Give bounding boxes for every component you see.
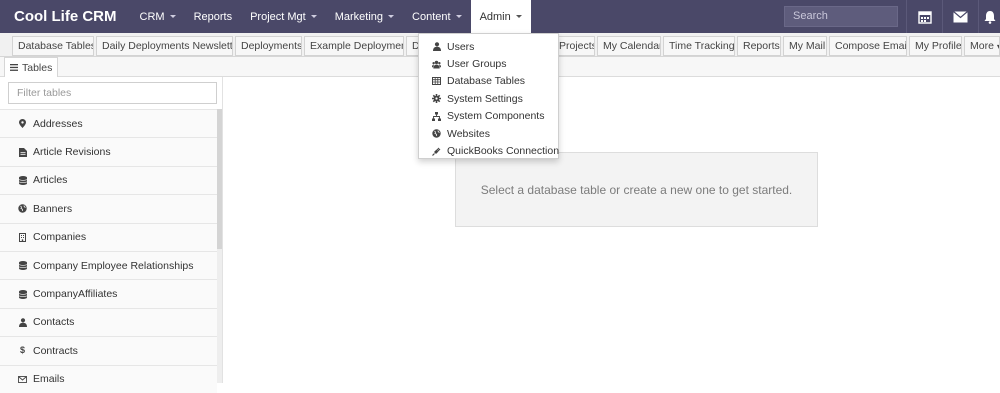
table-item-companyaffiliates[interactable]: CompanyAffiliates xyxy=(0,279,217,308)
table-item-label: Contracts xyxy=(33,344,78,357)
caret-down-icon xyxy=(169,15,176,18)
tables-section-label: Tables xyxy=(22,62,53,74)
tab-compose-email[interactable]: Compose Email xyxy=(829,36,907,56)
nav-crm-label: CRM xyxy=(139,10,165,23)
caret-down-icon xyxy=(310,15,317,18)
table-item-label: Company Employee Relationships xyxy=(33,259,194,272)
database-icon xyxy=(18,289,27,299)
tab-more-label: More xyxy=(970,40,994,52)
nav-reports-label: Reports xyxy=(193,10,233,23)
envelope-icon[interactable] xyxy=(942,0,978,33)
gear-icon xyxy=(432,94,441,104)
tables-sidebar: Filter tables Addresses Article Revision… xyxy=(0,77,223,393)
nav-content-label: Content xyxy=(412,10,451,23)
table-icon xyxy=(432,77,441,86)
table-item-emails[interactable]: Emails xyxy=(0,364,217,393)
table-item-addresses[interactable]: Addresses xyxy=(0,109,217,138)
table-item-companies[interactable]: Companies xyxy=(0,222,217,251)
tab-daily-deployments-newsletter[interactable]: Daily Deployments Newsletter xyxy=(96,36,233,56)
menu-item-label: User Groups xyxy=(447,58,507,71)
tab-my-mail[interactable]: My Mail xyxy=(783,36,827,56)
table-item-company-employee-relationships[interactable]: Company Employee Relationships xyxy=(0,250,217,280)
tab-time-tracking[interactable]: Time Tracking xyxy=(663,36,735,56)
table-item-contacts[interactable]: Contacts xyxy=(0,307,217,337)
menu-item-users[interactable]: Users xyxy=(419,38,558,55)
search-input[interactable]: Search xyxy=(784,6,898,27)
menu-item-label: Users xyxy=(447,40,475,53)
menu-item-database-tables[interactable]: Database Tables xyxy=(419,73,558,90)
users-icon xyxy=(432,60,441,69)
table-item-articles[interactable]: Articles xyxy=(0,165,217,195)
file-icon xyxy=(18,147,27,157)
calendar-icon[interactable] xyxy=(906,0,942,33)
table-item-label: Companies xyxy=(33,231,87,244)
plug-icon xyxy=(432,147,441,156)
tab-database-tables[interactable]: Database Tables xyxy=(12,36,94,56)
table-item-contracts[interactable]: $ Contracts xyxy=(0,336,217,365)
tab-deployments[interactable]: Deployments xyxy=(235,36,302,56)
tab-example-deployment[interactable]: Example Deployment xyxy=(304,36,404,56)
globe-icon xyxy=(432,129,441,138)
nav-admin-label: Admin xyxy=(479,10,511,23)
menu-item-label: Database Tables xyxy=(447,75,526,88)
caret-down-icon xyxy=(515,15,522,18)
user-icon xyxy=(18,318,27,327)
menu-item-quickbooks-connection[interactable]: QuickBooks Connection xyxy=(419,142,560,159)
database-icon xyxy=(18,175,27,185)
tab-my-profile[interactable]: My Profile xyxy=(909,36,962,56)
table-item-label: Articles xyxy=(33,174,68,187)
nav-marketing[interactable]: Marketing xyxy=(326,0,403,33)
sitemap-icon xyxy=(432,111,441,121)
table-item-banners[interactable]: Banners xyxy=(0,194,217,223)
menu-item-label: System Settings xyxy=(447,92,523,105)
tab-projects[interactable]: Projects xyxy=(553,36,595,56)
brand-logo[interactable]: Cool Life CRM xyxy=(0,8,131,25)
menu-item-system-settings[interactable]: System Settings xyxy=(419,90,558,107)
map-marker-icon xyxy=(18,119,27,129)
tab-more[interactable]: More ▾ xyxy=(964,36,1000,56)
menu-item-user-groups[interactable]: User Groups xyxy=(419,55,558,72)
tab-reports[interactable]: Reports xyxy=(737,36,781,56)
table-item-label: Banners xyxy=(33,202,73,215)
nav-content[interactable]: Content xyxy=(403,0,471,33)
top-navbar: Cool Life CRM CRM Reports Project Mgt Ma… xyxy=(0,0,1000,33)
tab-my-calendar[interactable]: My Calendar xyxy=(597,36,661,56)
admin-dropdown-menu: Users User Groups Database Tables System… xyxy=(418,33,559,159)
nav-project-mgt-label: Project Mgt xyxy=(250,10,306,23)
table-item-label: Article Revisions xyxy=(33,146,111,159)
nav-reports[interactable]: Reports xyxy=(185,0,242,33)
database-icon xyxy=(18,261,27,271)
bell-icon[interactable] xyxy=(978,0,1000,33)
table-list: Addresses Article Revisions Articles Ban… xyxy=(0,109,217,393)
table-item-label: Emails xyxy=(33,373,65,386)
table-item-article-revisions[interactable]: Article Revisions xyxy=(0,137,217,166)
envelope-icon xyxy=(18,375,27,384)
menu-item-system-components[interactable]: System Components xyxy=(419,108,558,125)
nav-marketing-label: Marketing xyxy=(334,10,384,23)
menu-item-websites[interactable]: Websites xyxy=(419,125,558,142)
empty-state-message: Select a database table or create a new … xyxy=(455,152,818,227)
nav-admin[interactable]: Admin xyxy=(470,0,531,33)
building-icon xyxy=(18,232,27,242)
caret-down-icon xyxy=(455,15,462,18)
list-icon xyxy=(10,62,18,74)
nav-crm[interactable]: CRM xyxy=(131,0,185,33)
caret-down-icon xyxy=(388,15,395,18)
globe-icon xyxy=(18,204,27,214)
filter-tables-input[interactable]: Filter tables xyxy=(8,82,217,104)
nav-project-mgt[interactable]: Project Mgt xyxy=(241,0,326,33)
menu-item-label: Websites xyxy=(447,127,490,140)
dollar-icon: $ xyxy=(19,345,25,356)
table-item-label: CompanyAffiliates xyxy=(33,288,118,301)
table-item-label: Addresses xyxy=(33,117,83,130)
table-item-label: Contacts xyxy=(33,316,75,329)
menu-item-label: QuickBooks Connection xyxy=(447,145,560,158)
main-content: Select a database table or create a new … xyxy=(224,77,1000,383)
menu-item-label: System Components xyxy=(447,110,545,123)
user-icon xyxy=(432,42,441,52)
tables-section-tab[interactable]: Tables xyxy=(4,57,58,78)
